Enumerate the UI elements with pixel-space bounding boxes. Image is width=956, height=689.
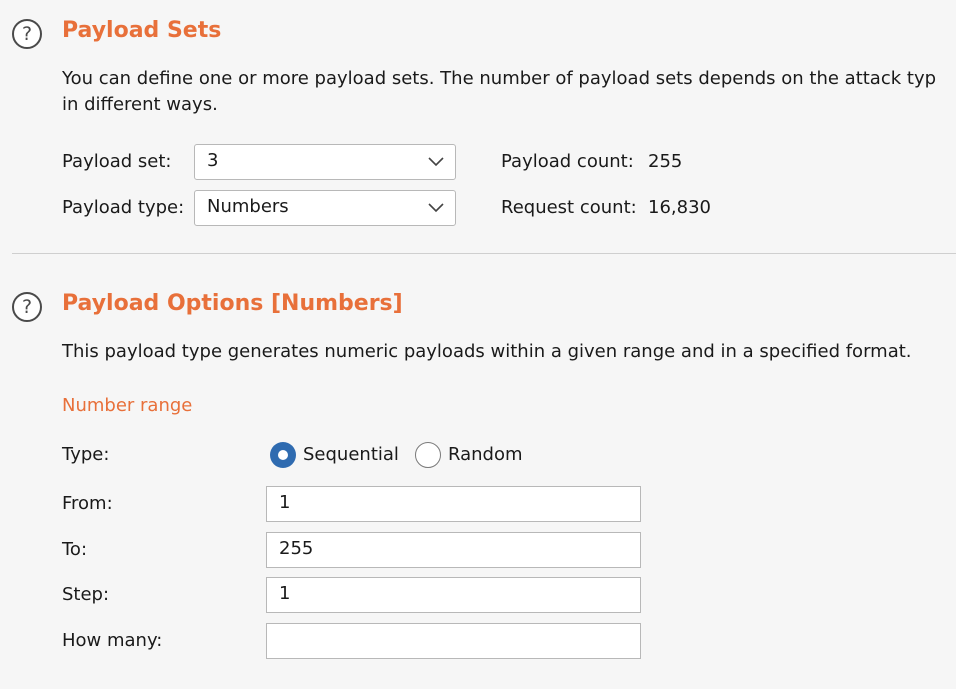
chevron-down-icon [428,157,444,167]
payload-options-help-icon[interactable]: ? [12,292,42,322]
from-input[interactable]: 1 [266,486,641,522]
step-input[interactable]: 1 [266,577,641,613]
how-many-input[interactable] [266,623,641,659]
sequential-radio[interactable] [270,442,296,468]
request-count-value: 16,830 [648,197,711,218]
random-radio[interactable] [415,442,441,468]
random-radio-label[interactable]: Random [448,442,523,467]
to-input[interactable]: 255 [266,532,641,568]
payload-set-label: Payload set: [62,151,172,172]
payload-sets-help-icon[interactable]: ? [12,19,42,49]
type-label: Type: [62,444,110,465]
payload-set-value: 3 [207,150,219,171]
payload-type-label: Payload type: [62,197,185,218]
how-many-label: How many: [62,630,163,651]
payload-sets-description-line2: in different ways. [62,94,218,115]
payload-type-value: Numbers [207,196,289,217]
payload-count-label: Payload count: [501,151,634,172]
section-divider [12,253,956,254]
sequential-radio-label[interactable]: Sequential [303,442,399,467]
to-label: To: [62,539,88,560]
number-range-heading: Number range [62,395,193,416]
payload-type-dropdown[interactable]: Numbers [194,190,456,226]
payload-count-value: 255 [648,151,683,172]
step-label: Step: [62,584,110,605]
payload-set-dropdown[interactable]: 3 [194,144,456,180]
request-count-label: Request count: [501,197,637,218]
payload-options-description: This payload type generates numeric payl… [62,341,912,362]
payload-options-title: Payload Options [Numbers] [62,291,403,316]
chevron-down-icon [428,203,444,213]
payload-sets-title: Payload Sets [62,18,222,43]
payload-sets-description-line1: You can define one or more payload sets.… [62,68,937,89]
from-label: From: [62,493,113,514]
